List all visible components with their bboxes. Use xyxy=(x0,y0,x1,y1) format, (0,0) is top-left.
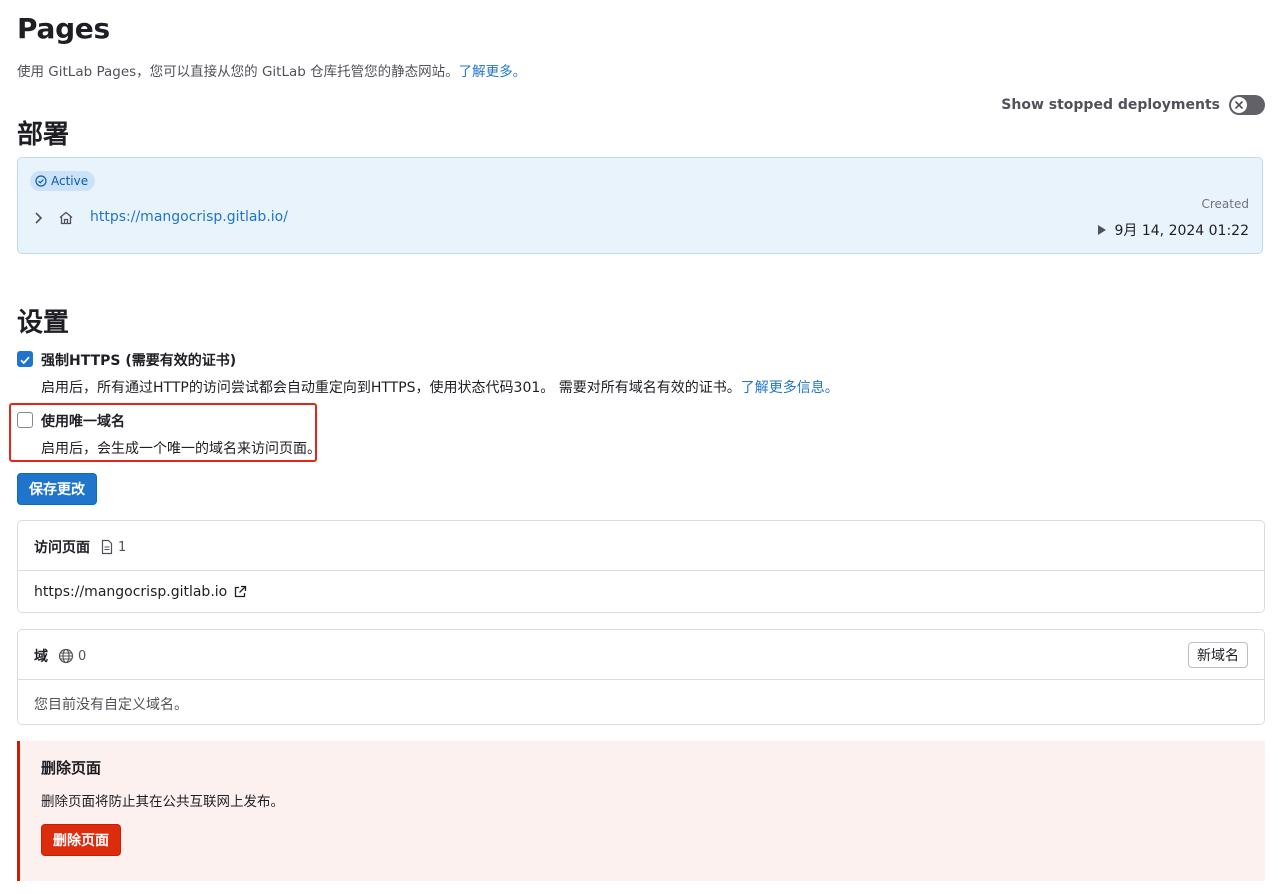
access-pages-link[interactable]: https://mangocrisp.gitlab.io xyxy=(34,584,247,600)
force-https-help: 启用后，所有通过HTTP的访问尝试都会自动重定向到HTTPS，使用状态代码301… xyxy=(41,377,839,397)
domains-empty-text: 您目前没有自定义域名。 xyxy=(34,697,188,713)
access-pages-count-value: 1 xyxy=(118,539,127,555)
access-pages-url[interactable]: https://mangocrisp.gitlab.io xyxy=(34,584,227,600)
chevron-right-icon[interactable] xyxy=(33,211,45,225)
status-badge-label: Active xyxy=(51,174,89,188)
external-link-icon[interactable] xyxy=(233,585,247,599)
settings-heading: 设置 xyxy=(17,308,70,338)
learn-more-link[interactable]: 了解更多。 xyxy=(459,64,527,80)
created-date: 9月 14, 2024 01:22 xyxy=(1097,220,1250,240)
document-icon xyxy=(101,539,113,555)
toggle-knob xyxy=(1231,97,1247,113)
access-pages-card-header: 访问页面 1 xyxy=(18,521,1264,571)
page-description-text: 使用 GitLab Pages，您可以直接从您的 GitLab 仓库托管您的静态… xyxy=(17,64,459,80)
delete-pages-button[interactable]: 删除页面 xyxy=(41,824,121,856)
delete-pages-title: 删除页面 xyxy=(41,759,102,777)
page-description: 使用 GitLab Pages，您可以直接从您的 GitLab 仓库托管您的静态… xyxy=(17,60,526,80)
deployments-heading: 部署 xyxy=(17,120,70,150)
delete-pages-description: 删除页面将防止其在公共互联网上发布。 xyxy=(41,794,284,810)
force-https-learn-more-link[interactable]: 了解更多信息。 xyxy=(741,380,839,396)
checkmark-icon xyxy=(20,356,30,365)
domains-card-body: 您目前没有自定义域名。 xyxy=(18,680,1264,725)
check-circle-icon xyxy=(35,175,47,187)
access-pages-title: 访问页面 1 xyxy=(34,537,126,557)
save-changes-button[interactable]: 保存更改 xyxy=(17,473,97,505)
created-label: Created xyxy=(1201,197,1250,211)
home-icon xyxy=(59,211,73,225)
access-pages-count: 1 xyxy=(100,539,126,555)
page-title: Pages xyxy=(17,12,110,45)
domains-title-text: 域 xyxy=(34,649,48,665)
unique-domain-help: 启用后，会生成一个唯一的域名来访问页面。 xyxy=(41,441,321,457)
unique-domain-checkbox[interactable] xyxy=(17,412,33,428)
access-pages-title-text: 访问页面 xyxy=(34,540,90,556)
globe-icon xyxy=(58,648,74,664)
close-icon xyxy=(1235,101,1243,109)
created-date-value: 9月 14, 2024 01:22 xyxy=(1114,223,1250,239)
show-stopped-deployments-label: Show stopped deployments xyxy=(1001,97,1220,113)
force-https-help-text: 启用后，所有通过HTTP的访问尝试都会自动重定向到HTTPS，使用状态代码301… xyxy=(41,380,741,396)
show-stopped-deployments-toggle[interactable] xyxy=(1229,95,1265,115)
domains-card: 域 0 新域名 您目前没有自定义域名。 xyxy=(17,629,1265,725)
new-domain-button[interactable]: 新域名 xyxy=(1188,642,1248,668)
delete-pages-section: 删除页面 删除页面将防止其在公共互联网上发布。 删除页面 xyxy=(17,741,1265,881)
deployment-card: Active https://mangocrisp.gitlab.io/ Cre… xyxy=(17,157,1263,254)
access-pages-card: 访问页面 1 https://mangocrisp.gitlab.io xyxy=(17,520,1265,613)
domains-card-header: 域 0 新域名 xyxy=(18,630,1264,680)
play-icon xyxy=(1097,225,1106,235)
domains-count: 0 xyxy=(58,648,86,664)
show-stopped-deployments-control: Show stopped deployments xyxy=(1001,95,1265,115)
access-pages-card-body: https://mangocrisp.gitlab.io xyxy=(18,571,1264,613)
unique-domain-label[interactable]: 使用唯一域名 xyxy=(41,411,125,431)
deployment-url-link[interactable]: https://mangocrisp.gitlab.io/ xyxy=(90,209,288,225)
status-badge: Active xyxy=(30,171,96,191)
force-https-label[interactable]: 强制HTTPS (需要有效的证书) xyxy=(41,350,236,370)
force-https-checkbox[interactable] xyxy=(17,351,33,367)
domains-title: 域 0 xyxy=(34,646,86,666)
domains-count-value: 0 xyxy=(78,648,87,664)
